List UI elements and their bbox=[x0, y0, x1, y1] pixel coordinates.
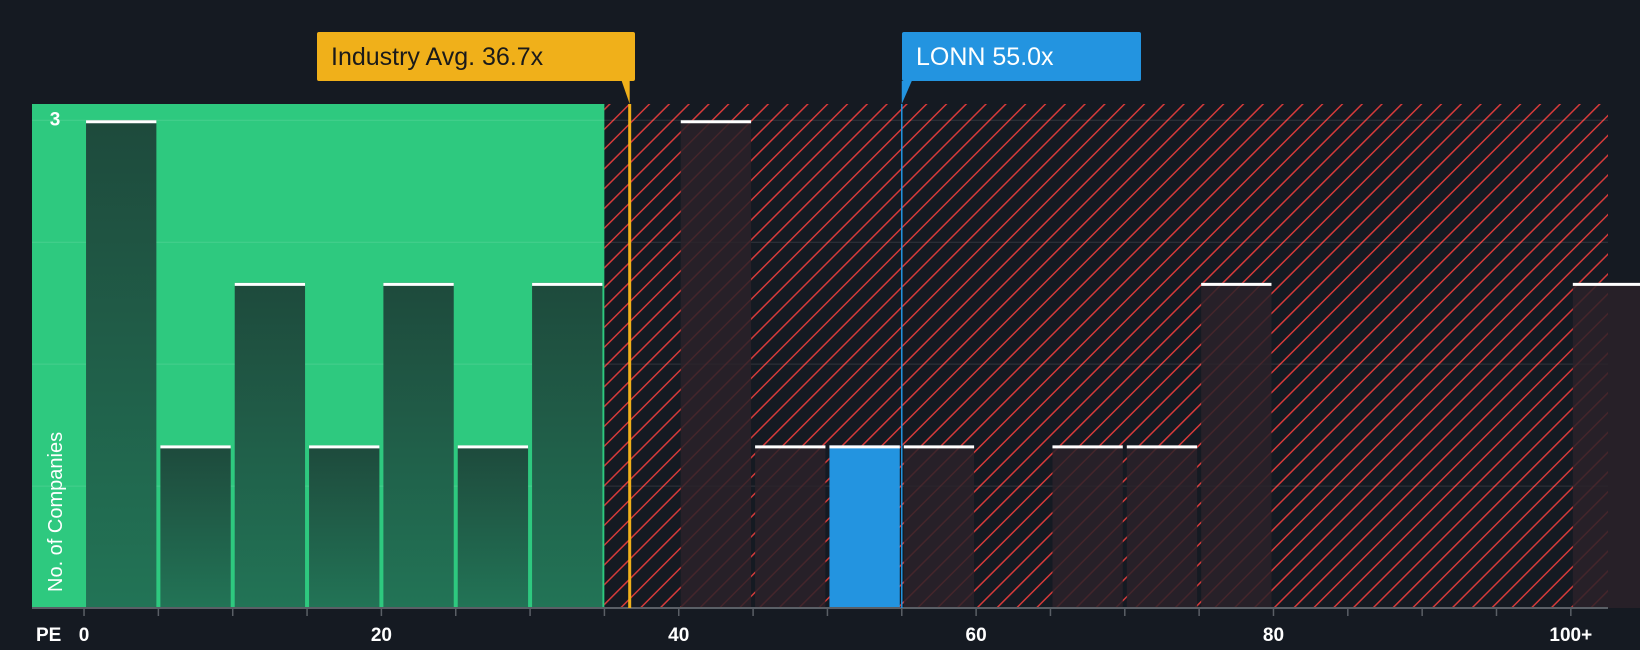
x-tick-label: 40 bbox=[668, 625, 689, 646]
company-bar bbox=[829, 445, 900, 608]
x-tick-label: 100+ bbox=[1549, 625, 1592, 646]
x-tick-label: 20 bbox=[371, 625, 392, 646]
company-marker-pointer bbox=[901, 81, 912, 104]
histogram-bar bbox=[86, 120, 157, 609]
histogram-bar bbox=[1052, 445, 1123, 608]
histogram-bar bbox=[160, 445, 231, 608]
histogram-bar bbox=[457, 445, 529, 608]
x-tick-label: 0 bbox=[79, 625, 90, 646]
pe-distribution-chart: 0 20 40 60 80 100+ PE 3 No. of Companies Industr… bbox=[32, 32, 1640, 646]
histogram-bar bbox=[1126, 445, 1198, 608]
histogram-bar bbox=[755, 445, 826, 608]
x-tick-label: 80 bbox=[1263, 625, 1284, 646]
histogram-bar bbox=[1572, 282, 1640, 608]
industry-avg-pointer bbox=[621, 81, 630, 104]
y-axis-label: No. of Companies bbox=[45, 432, 67, 592]
histogram-bar bbox=[532, 282, 603, 608]
company-marker-label: LONN 55.0x bbox=[916, 43, 1054, 71]
y-tick-label: 3 bbox=[50, 109, 61, 130]
x-tick-label: 60 bbox=[966, 625, 987, 646]
industry-avg-label: Industry Avg. 36.7x bbox=[331, 43, 544, 71]
histogram-bar bbox=[309, 445, 380, 608]
histogram-bar bbox=[903, 445, 975, 608]
x-axis-label: PE bbox=[36, 625, 61, 646]
histogram-bar bbox=[234, 282, 306, 608]
histogram-bar bbox=[680, 120, 752, 609]
histogram-bar bbox=[383, 282, 454, 608]
histogram-bar bbox=[1201, 282, 1272, 608]
